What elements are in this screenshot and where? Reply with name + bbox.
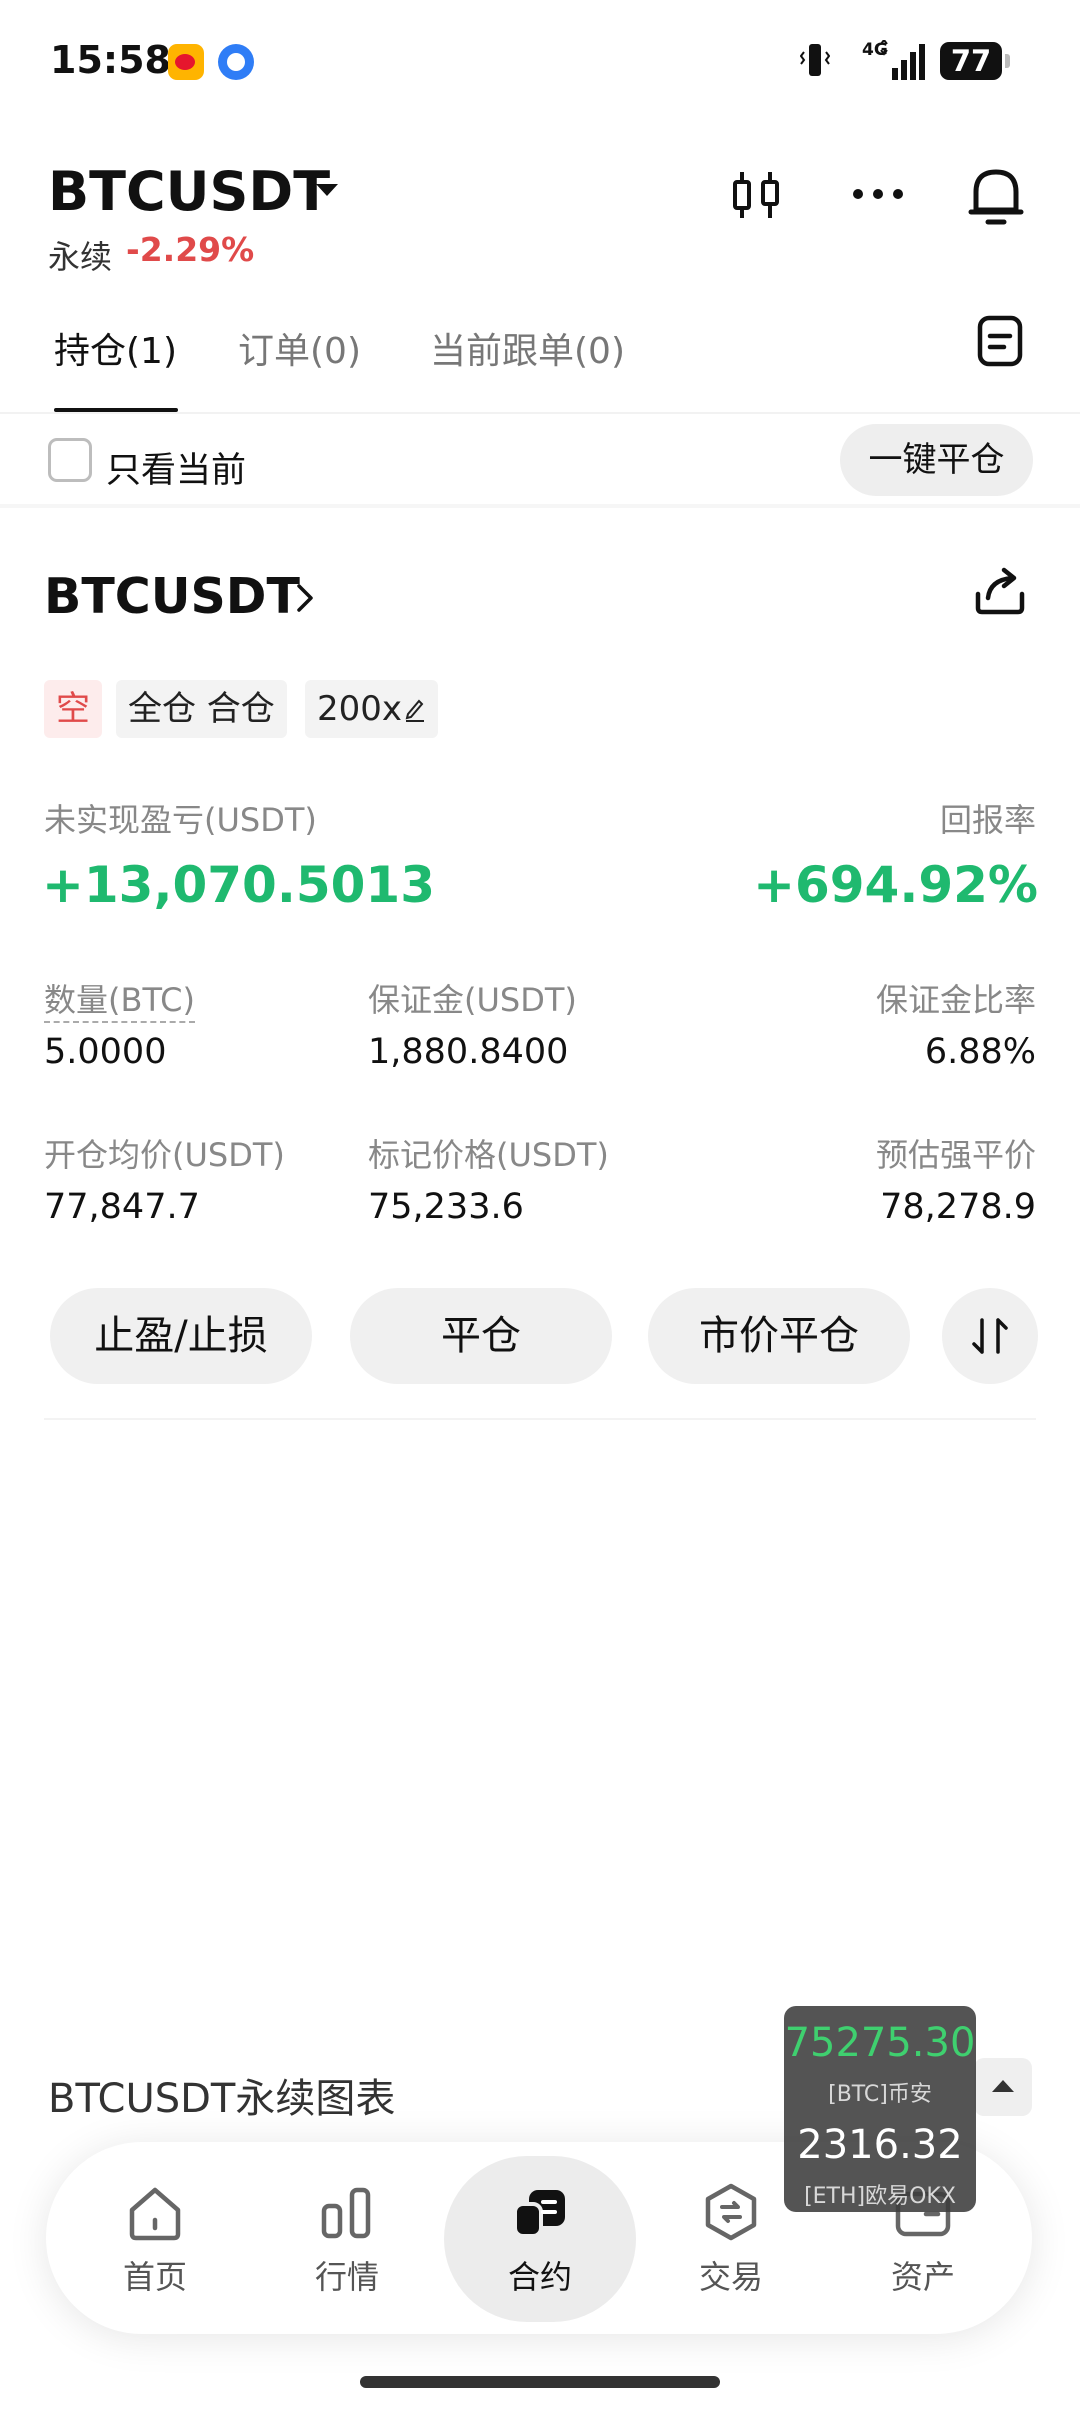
nav-market-label: 行情	[314, 2258, 379, 2296]
only-current-checkbox[interactable]	[48, 438, 92, 482]
chart-section-title[interactable]: BTCUSDT永续图表	[48, 2066, 395, 2124]
liq-price-label: 预估强平价	[875, 1136, 1036, 1174]
caret-down-icon[interactable]	[316, 184, 338, 196]
nav-futures-label: 合约	[507, 2258, 572, 2296]
candlestick-chart-icon[interactable]	[726, 160, 786, 230]
margin-mode-tag[interactable]: 全仓 合仓	[116, 680, 287, 738]
share-icon[interactable]	[970, 560, 1030, 620]
position-symbol[interactable]: BTCUSDT	[44, 568, 300, 625]
btc-source: [BTC]币安	[828, 2082, 932, 2107]
weibo-app-icon	[168, 44, 204, 80]
leverage-value: 200x	[317, 689, 403, 729]
home-icon	[129, 2187, 181, 2241]
futures-icon	[513, 2190, 565, 2238]
roe-label: 回报率	[939, 801, 1036, 839]
market-close-button[interactable]: 市价平仓	[648, 1288, 910, 1384]
eth-price: 2316.32	[797, 2122, 963, 2168]
tab-orders[interactable]: 订单(0)	[238, 322, 361, 374]
document-icon[interactable]	[976, 314, 1024, 368]
mark-price-value: 75,233.6	[368, 1187, 524, 1227]
chart-expand-button[interactable]	[974, 2058, 1032, 2116]
nav-market[interactable]: 行情	[272, 2180, 422, 2298]
entry-price-label: 开仓均价(USDT)	[44, 1136, 285, 1174]
nav-trade-label: 交易	[698, 2258, 763, 2296]
floating-price-ticker[interactable]: 75275.30 [BTC]币安 2316.32 [ETH]欧易OKX	[784, 2006, 976, 2212]
home-indicator[interactable]	[360, 2376, 720, 2388]
section-divider	[0, 504, 1080, 508]
market-icon	[321, 2187, 371, 2239]
btc-price: 75275.30	[784, 2020, 976, 2066]
margin-ratio-label: 保证金比率	[875, 981, 1036, 1019]
status-time: 15:58	[50, 38, 171, 82]
nav-home-label: 首页	[122, 2258, 187, 2296]
more-icon[interactable]	[848, 160, 908, 230]
edit-icon[interactable]	[404, 696, 426, 722]
unrealized-pnl-label: 未实现盈亏(USDT)	[44, 801, 317, 839]
close-all-button[interactable]: 一键平仓	[840, 424, 1033, 496]
tab-positions[interactable]: 持仓(1)	[54, 322, 177, 374]
nav-assets-label: 资产	[890, 2258, 955, 2296]
blue-bird-app-icon	[218, 44, 254, 80]
card-divider	[44, 1418, 1036, 1420]
tp-sl-button[interactable]: 止盈/止损	[50, 1288, 312, 1384]
swap-arrows-icon	[972, 1318, 1008, 1354]
close-position-button[interactable]: 平仓	[350, 1288, 612, 1384]
trade-icon	[705, 2183, 757, 2241]
liq-price-value: 78,278.9	[880, 1187, 1036, 1227]
quantity-label[interactable]: 数量(BTC)	[44, 975, 195, 1023]
symbol-selector[interactable]: BTCUSDT	[48, 160, 330, 223]
bell-icon[interactable]	[966, 160, 1026, 230]
chevron-right-icon[interactable]	[292, 580, 318, 616]
mark-price-label: 标记价格(USDT)	[368, 1136, 609, 1174]
tab-copy-trades[interactable]: 当前跟单(0)	[430, 322, 625, 374]
only-current-label[interactable]: 只看当前	[106, 442, 246, 493]
roe-value: +694.92%	[753, 856, 1038, 914]
entry-price-value: 77,847.7	[44, 1187, 200, 1227]
tab-divider	[0, 412, 1080, 414]
nav-home[interactable]: 首页	[80, 2180, 230, 2298]
leverage-tag[interactable]: 200x	[305, 680, 439, 738]
contract-type-label: 永续	[48, 238, 113, 276]
margin-label: 保证金(USDT)	[368, 981, 577, 1019]
nav-futures[interactable]: 合约	[465, 2180, 615, 2298]
margin-value: 1,880.8400	[368, 1032, 569, 1072]
signal-icon	[880, 40, 925, 80]
eth-source: [ETH]欧易OKX	[804, 2184, 956, 2209]
quantity-value: 5.0000	[44, 1032, 167, 1072]
battery-icon: 77	[940, 42, 1010, 80]
margin-ratio-value: 6.88%	[924, 1032, 1036, 1072]
price-change: -2.29%	[126, 230, 255, 269]
unrealized-pnl-value: +13,070.5013	[42, 856, 435, 914]
reverse-position-button[interactable]	[942, 1288, 1038, 1384]
vibrate-icon	[800, 44, 830, 76]
side-tag: 空	[44, 680, 102, 738]
